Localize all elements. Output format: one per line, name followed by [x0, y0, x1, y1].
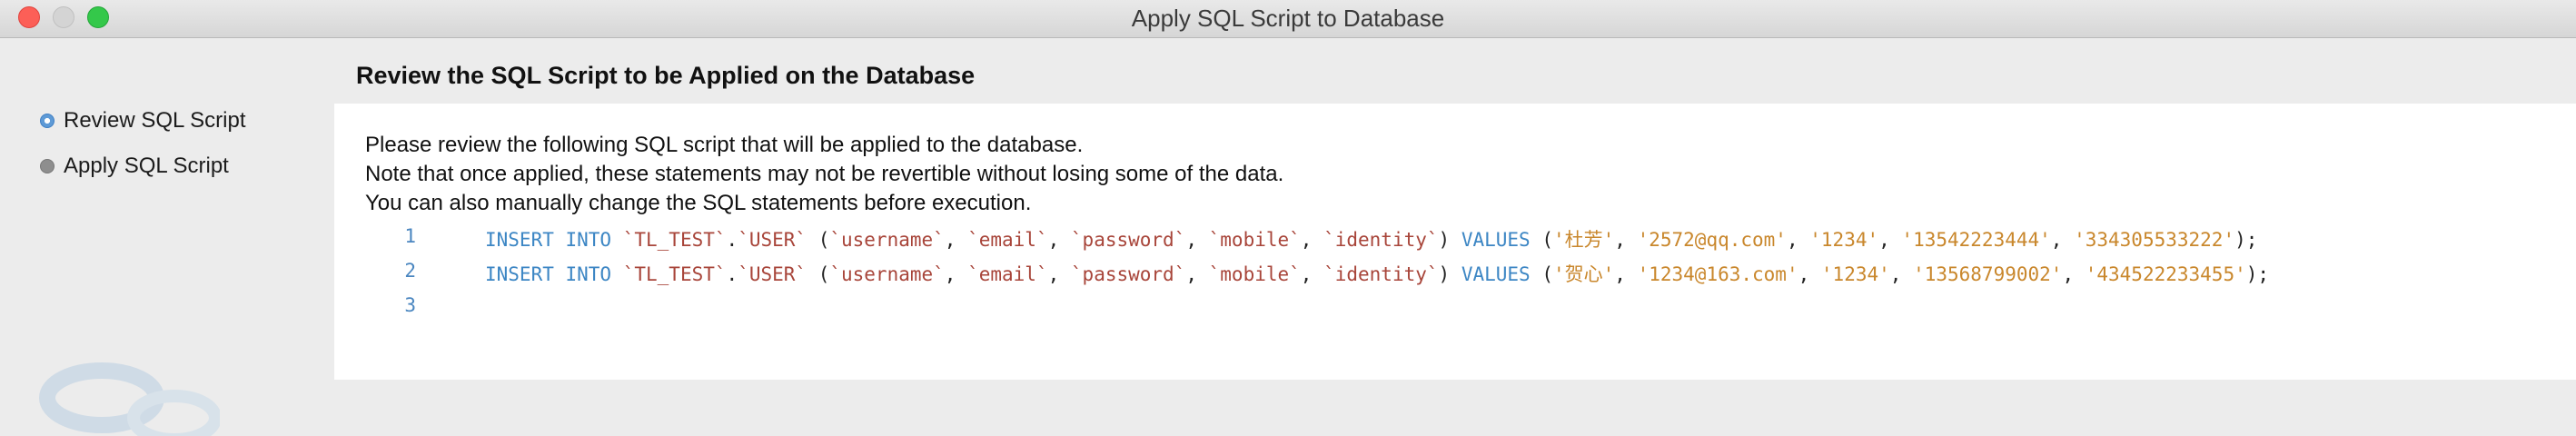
- sql-statement[interactable]: INSERT INTO `TL_TEST`.`USER` (`username`…: [485, 225, 2257, 253]
- line-number: 1: [404, 225, 416, 247]
- inactive-step-indicator-icon: [40, 159, 54, 173]
- page-title: Review the SQL Script to be Applied on t…: [356, 62, 976, 89]
- active-step-indicator-icon: [40, 114, 54, 128]
- mysql-workbench-logo-icon: [39, 362, 220, 436]
- line-number: 2: [404, 260, 416, 282]
- line-number: 3: [404, 294, 416, 316]
- sidebar-step-apply[interactable]: Apply SQL Script: [40, 153, 229, 180]
- review-panel: Please review the following SQL script t…: [334, 104, 2576, 380]
- step-label: Review SQL Script: [64, 108, 246, 133]
- description-line: Please review the following SQL script t…: [365, 133, 1084, 157]
- sql-statement[interactable]: INSERT INTO `TL_TEST`.`USER` (`username`…: [485, 260, 2269, 287]
- wizard-sidebar: Review SQL Script Apply SQL Script: [0, 38, 334, 436]
- title-bar: Apply SQL Script to Database: [0, 0, 2576, 38]
- window-title: Apply SQL Script to Database: [1131, 5, 1445, 32]
- step-label: Apply SQL Script: [64, 154, 229, 178]
- description-line: You can also manually change the SQL sta…: [365, 191, 1032, 215]
- sidebar-step-review[interactable]: Review SQL Script: [40, 107, 246, 134]
- description-line: Note that once applied, these statements…: [365, 162, 1284, 186]
